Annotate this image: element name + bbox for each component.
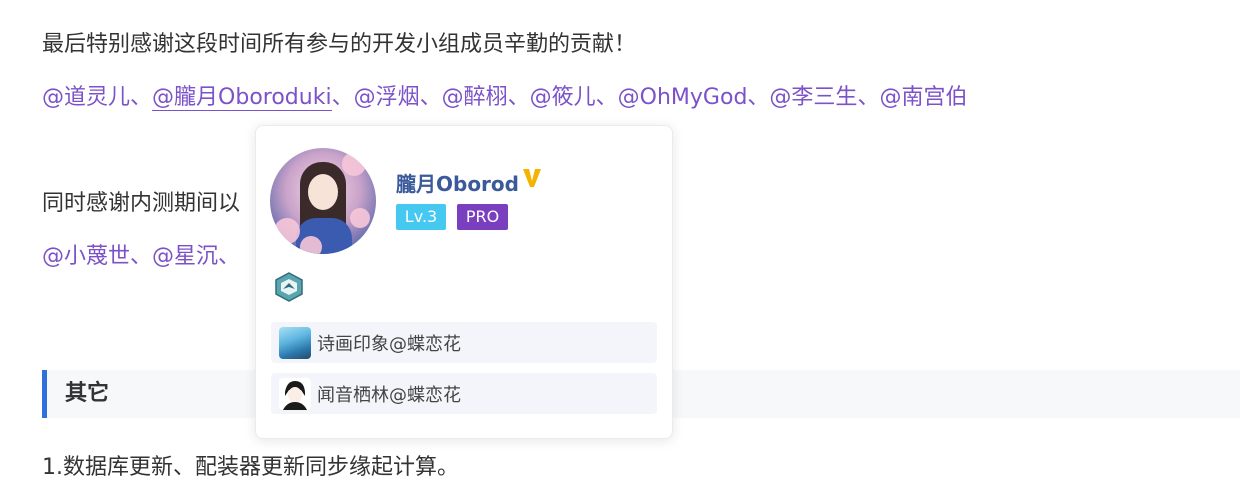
medal-icon[interactable] [274, 272, 304, 302]
mention-link[interactable]: @筱儿 [530, 85, 596, 110]
user-hover-card: 朧月Oborod Lv.3 PRO 诗画印象@蝶恋花 闻音栖林@蝶恋花 [255, 125, 673, 439]
mention-link[interactable]: @浮烟 [354, 85, 420, 110]
separator: 、 [331, 85, 354, 110]
card-username[interactable]: 朧月Oborod [396, 168, 519, 197]
guild-name: 闻音栖林@蝶恋花 [317, 385, 461, 406]
mention-link-hovered[interactable]: @朧月Oboroduki [152, 85, 332, 111]
mention-link[interactable]: @醉栩 [442, 85, 508, 110]
guild-character-icon [279, 378, 311, 410]
section-title: 其它 [65, 381, 110, 406]
guild-item[interactable]: 闻音栖林@蝶恋花 [271, 373, 657, 414]
mention-link[interactable]: @李三生 [769, 85, 857, 110]
separator: 、 [507, 85, 530, 110]
guild-item[interactable]: 诗画印象@蝶恋花 [271, 322, 657, 363]
separator: 、 [747, 85, 770, 110]
mention-link[interactable]: @南宫伯 [879, 85, 967, 110]
separator: 、 [130, 244, 153, 269]
level-badge: Lv.3 [396, 204, 446, 230]
separator: 、 [857, 85, 880, 110]
mention-link[interactable]: @OhMyGod [618, 85, 748, 110]
mention-link[interactable]: @小蔑世 [42, 244, 130, 269]
separator: 、 [218, 244, 241, 269]
pro-badge: PRO [457, 204, 508, 230]
mention-link[interactable]: @星沉 [152, 244, 218, 269]
guild-landscape-icon [279, 327, 311, 359]
list-item: 1.数据库更新、配装器更新同步缘起计算。 [42, 455, 459, 480]
separator: 、 [419, 85, 442, 110]
mention-link[interactable]: @道灵儿 [42, 85, 130, 110]
guild-name: 诗画印象@蝶恋花 [317, 334, 461, 355]
verified-v-icon [523, 169, 541, 187]
beta-thanks-text: 同时感谢内测期间以 [42, 191, 241, 216]
separator: 、 [130, 85, 153, 110]
thanks-text: 最后特别感谢这段时间所有参与的开发小组成员辛勤的贡献！ [42, 32, 637, 57]
beta-mentions-line: @小蔑世、@星沉、 [42, 241, 240, 273]
separator: 、 [595, 85, 618, 110]
dev-mentions-line: @道灵儿、@朧月Oboroduki、@浮烟、@醉栩、@筱儿、@OhMyGod、@… [42, 82, 967, 114]
avatar[interactable] [270, 148, 376, 254]
